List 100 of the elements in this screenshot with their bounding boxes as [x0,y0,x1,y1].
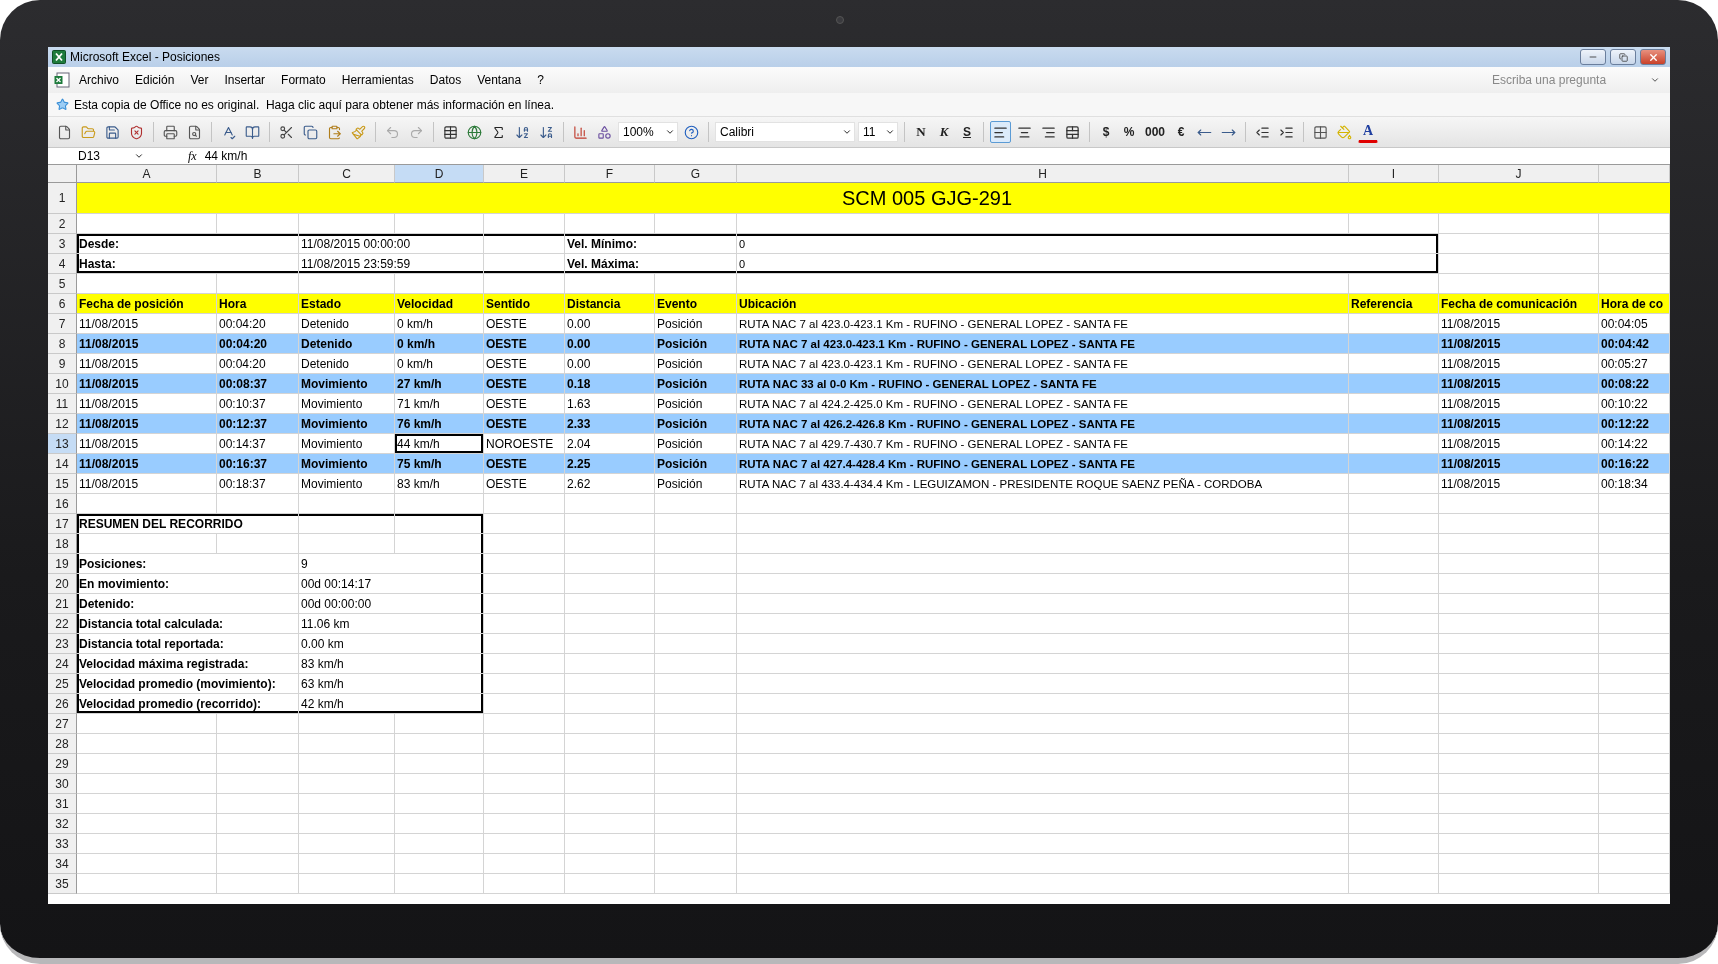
table-cell: 1.63 [567,396,591,411]
function-label[interactable]: fx [188,148,197,164]
summary-label: Posiciones: [79,556,147,571]
row-header[interactable]: 14 [48,454,77,474]
number-format-button[interactable]: € [1171,121,1192,143]
table-cell: 00:08:37 [219,376,268,391]
format-button[interactable]: S [957,121,977,143]
row-header[interactable]: 30 [48,774,77,794]
table-cell: RUTA NAC 7 al 426.2-426.8 Km - RUFINO - GENERAL LOPEZ - SANTA FE [739,417,1135,430]
close-button[interactable] [1640,49,1666,65]
row-header[interactable]: 7 [48,314,77,334]
row-header[interactable]: 5 [48,274,77,294]
row-header[interactable]: 29 [48,754,77,774]
row-header[interactable]: 15 [48,474,77,494]
menu-item[interactable]: Datos [422,71,469,89]
column-header[interactable] [1599,165,1670,183]
number-format-button[interactable]: $ [1096,121,1116,143]
field-value: 11/08/2015 00:00:00 [301,236,411,251]
column-header[interactable]: E [484,165,565,183]
table-cell: RUTA NAC 7 al 429.7-430.7 Km - RUFINO - GENERAL LOPEZ - SANTA FE [739,437,1128,450]
column-header[interactable]: B [217,165,299,183]
row-header[interactable]: 2 [48,214,77,234]
minimize-button[interactable] [1580,49,1606,65]
row-header[interactable]: 22 [48,614,77,634]
dropdown-icon [134,151,144,161]
menu-item[interactable]: ? [530,71,551,89]
menu-item[interactable]: Insertar [217,71,273,89]
table-cell: 75 km/h [397,456,442,471]
number-format-button[interactable]: 000 [1142,121,1169,143]
info-message[interactable]: Esta copia de Office no es original. Haga clic aquí para obtener más información en línea. [74,97,555,112]
row-header[interactable]: 19 [48,554,77,574]
row-header[interactable]: 25 [48,674,77,694]
row-header[interactable]: 12 [48,414,77,434]
table-cell: 0 km/h [397,316,433,331]
menu-item[interactable]: Ver [183,71,216,89]
table-cell: NOROESTE [486,436,554,451]
row-header[interactable]: 8 [48,334,77,354]
row-header[interactable]: 32 [48,814,77,834]
format-button[interactable]: N [911,121,931,143]
row-header[interactable]: 3 [48,234,77,254]
row-header[interactable]: 18 [48,534,77,554]
column-heading: Ubicación [739,296,797,311]
summary-value: 9 [301,556,308,571]
column-heading: Fecha de posición [79,296,184,311]
font-dropdown[interactable]: Calibri [715,122,855,142]
summary-label: En movimiento: [79,576,169,591]
row-header[interactable]: 4 [48,254,77,274]
font-size-dropdown[interactable]: 11 [858,122,898,142]
menu-item[interactable]: Formato [274,71,333,89]
row-header[interactable]: 23 [48,634,77,654]
row-header[interactable]: 17 [48,514,77,534]
table-cell: OESTE [486,316,527,331]
table-cell: OESTE [486,356,527,371]
row-header[interactable]: 1 [48,183,77,214]
column-header[interactable]: I [1349,165,1439,183]
column-header[interactable]: C [299,165,395,183]
format-button[interactable]: K [934,121,954,143]
row-header[interactable]: 9 [48,354,77,374]
menu-item[interactable]: Archivo [72,71,126,89]
name-box[interactable]: D13 [48,147,148,165]
formula-value[interactable]: 44 km/h [204,149,248,163]
number-format-button[interactable]: % [1119,121,1139,143]
menu-item[interactable]: Edición [128,71,182,89]
field-value: 11/08/2015 23:59:59 [301,256,411,271]
table-cell: 11/08/2015 [79,476,139,491]
row-header[interactable]: 28 [48,734,77,754]
column-header[interactable]: A [77,165,217,183]
column-heading: Estado [301,296,341,311]
menu-item[interactable]: Ventana [470,71,529,89]
row-header[interactable]: 13 [48,434,77,454]
row-header[interactable]: 11 [48,394,77,414]
column-header[interactable]: G [655,165,737,183]
align-left-icon[interactable] [990,121,1011,143]
select-all-corner[interactable] [48,165,77,183]
row-header[interactable]: 31 [48,794,77,814]
row-header[interactable]: 16 [48,494,77,514]
summary-label: Velocidad máxima registrada: [79,656,249,671]
row-header[interactable]: 6 [48,294,77,314]
row-header[interactable]: 26 [48,694,77,714]
column-heading: Sentido [486,296,530,311]
menu-item[interactable]: Herramientas [334,71,421,89]
active-cell[interactable]: 44 km/h [395,434,484,454]
row-header[interactable]: 24 [48,654,77,674]
zoom-dropdown[interactable]: 100% [618,122,678,142]
column-header[interactable]: J [1439,165,1599,183]
table-cell: 00:14:37 [219,436,266,451]
row-header[interactable]: 35 [48,874,77,894]
row-header[interactable]: 27 [48,714,77,734]
column-header[interactable]: D [395,165,484,183]
column-header[interactable]: H [737,165,1349,183]
restore-button[interactable] [1610,49,1636,65]
row-header[interactable]: 34 [48,854,77,874]
row-header[interactable]: 33 [48,834,77,854]
row-header[interactable]: 21 [48,594,77,614]
font-color-button[interactable]: A [1358,121,1379,143]
help-search-field[interactable]: Escriba una pregunta [1490,71,1660,89]
table-cell: 00:04:20 [219,316,266,331]
row-header[interactable]: 20 [48,574,77,594]
column-header[interactable]: F [565,165,655,183]
row-header[interactable]: 10 [48,374,77,394]
